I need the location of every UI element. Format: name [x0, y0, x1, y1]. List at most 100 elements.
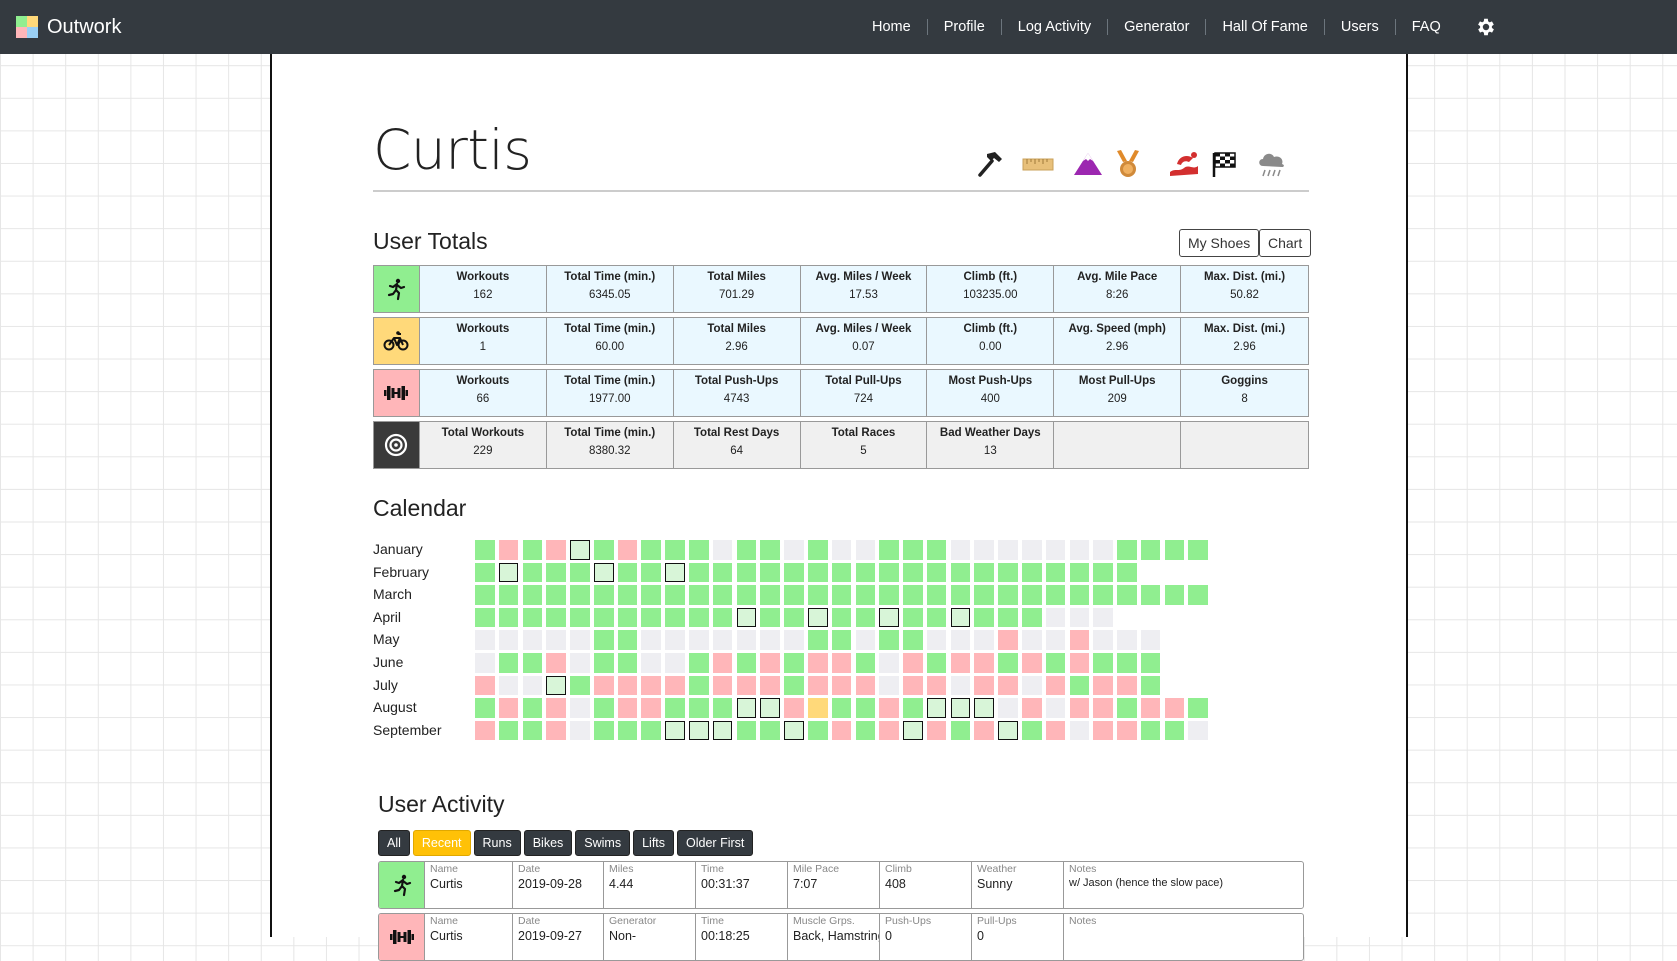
calendar-day-run[interactable]: [593, 540, 614, 560]
calendar-day-rest[interactable]: [570, 630, 590, 650]
filter-lifts-button[interactable]: Lifts: [633, 830, 675, 856]
calendar-day-lift[interactable]: [974, 720, 994, 741]
calendar-day-run[interactable]: [1164, 585, 1185, 605]
calendar-day-run[interactable]: [784, 653, 804, 673]
calendar-day-run[interactable]: [903, 607, 923, 628]
activity-row-run[interactable]: Name Curtis Date 2019-09-28 Miles 4.44 Time…: [378, 861, 1304, 909]
calendar-day-run[interactable]: [950, 720, 971, 741]
calendar-day-lift[interactable]: [831, 720, 852, 741]
calendar-day-run[interactable]: [593, 653, 614, 673]
medal-icon[interactable]: [1110, 146, 1146, 182]
calendar-day-lift[interactable]: [974, 675, 994, 696]
calendar-day-run[interactable]: [617, 720, 638, 741]
calendar-day-race[interactable]: [689, 720, 709, 741]
calendar-day-lift[interactable]: [1164, 698, 1185, 718]
calendar-day-run[interactable]: [950, 562, 971, 583]
nav-home[interactable]: Home: [856, 19, 928, 35]
filter-recent-button[interactable]: Recent: [412, 830, 471, 856]
calendar-day-race[interactable]: [950, 607, 971, 628]
my-shoes-button[interactable]: My Shoes: [1179, 229, 1260, 257]
calendar-day-rest[interactable]: [1021, 630, 1042, 650]
calendar-day-lift[interactable]: [831, 675, 852, 696]
calendar-day-run[interactable]: [950, 585, 971, 605]
calendar-day-rest[interactable]: [498, 675, 519, 696]
calendar-day-run[interactable]: [736, 540, 757, 560]
calendar-day-rest[interactable]: [784, 540, 804, 560]
calendar-day-race[interactable]: [570, 540, 590, 560]
calendar-day-run[interactable]: [498, 653, 519, 673]
calendar-day-run[interactable]: [1188, 698, 1209, 718]
calendar-day-run[interactable]: [570, 675, 590, 696]
calendar-day-run[interactable]: [1140, 720, 1161, 741]
calendar-day-lift[interactable]: [736, 675, 757, 696]
calendar-day-lift[interactable]: [879, 698, 899, 718]
calendar-day-run[interactable]: [498, 585, 519, 605]
calendar-day-rest[interactable]: [998, 698, 1018, 718]
calendar-day-lift[interactable]: [1045, 675, 1066, 696]
calendar-day-lift[interactable]: [926, 720, 947, 741]
calendar-day-rest[interactable]: [570, 698, 590, 718]
calendar-day-lift[interactable]: [1069, 653, 1090, 673]
calendar-day-race[interactable]: [736, 607, 757, 628]
calendar-day-run[interactable]: [475, 540, 495, 560]
calendar-day-run[interactable]: [807, 720, 828, 741]
calendar-day-run[interactable]: [1045, 562, 1066, 583]
calendar-day-run[interactable]: [998, 607, 1018, 628]
calendar-day-lift[interactable]: [903, 653, 923, 673]
calendar-day-rest[interactable]: [1069, 540, 1090, 560]
calendar-day-lift[interactable]: [926, 675, 947, 696]
calendar-day-rest[interactable]: [1021, 540, 1042, 560]
calendar-day-lift[interactable]: [1093, 720, 1113, 741]
calendar-day-rest[interactable]: [570, 653, 590, 673]
calendar-day-rest[interactable]: [1093, 607, 1113, 628]
calendar-day-rest[interactable]: [522, 675, 543, 696]
calendar-day-run[interactable]: [641, 540, 662, 560]
calendar-day-lift[interactable]: [760, 653, 780, 673]
calendar-day-run[interactable]: [712, 585, 733, 605]
calendar-day-run[interactable]: [1140, 653, 1161, 673]
calendar-day-run[interactable]: [593, 585, 614, 605]
calendar-day-run[interactable]: [617, 607, 638, 628]
calendar-day-rest[interactable]: [974, 630, 994, 650]
calendar-day-run[interactable]: [926, 653, 947, 673]
calendar-day-run[interactable]: [1069, 675, 1090, 696]
calendar-day-lift[interactable]: [641, 675, 662, 696]
calendar-day-run[interactable]: [689, 653, 709, 673]
calendar-day-lift[interactable]: [855, 675, 876, 696]
calendar-day-run[interactable]: [475, 562, 495, 583]
calendar-day-lift[interactable]: [546, 653, 566, 673]
calendar-day-run[interactable]: [1021, 720, 1042, 741]
calendar-day-lift[interactable]: [1045, 720, 1066, 741]
calendar-day-run[interactable]: [1117, 698, 1137, 718]
calendar-day-run[interactable]: [879, 630, 899, 650]
calendar-day-run[interactable]: [498, 720, 519, 741]
calendar-day-run[interactable]: [522, 585, 543, 605]
calendar-day-rest[interactable]: [1045, 698, 1066, 718]
calendar-day-run[interactable]: [855, 653, 876, 673]
calendar-day-race[interactable]: [950, 698, 971, 718]
calendar-day-run[interactable]: [807, 540, 828, 560]
calendar-day-run[interactable]: [807, 630, 828, 650]
calendar-day-lift[interactable]: [1069, 698, 1090, 718]
calendar-day-rest[interactable]: [950, 675, 971, 696]
hammer-icon[interactable]: [972, 146, 1008, 182]
calendar-day-rest[interactable]: [665, 630, 685, 650]
calendar-day-run[interactable]: [760, 562, 780, 583]
calendar-day-run[interactable]: [570, 585, 590, 605]
calendar-day-lift[interactable]: [475, 720, 495, 741]
calendar-day-lift[interactable]: [712, 675, 733, 696]
calendar-day-run[interactable]: [617, 653, 638, 673]
calendar-day-rest[interactable]: [1093, 630, 1113, 650]
calendar-day-run[interactable]: [522, 698, 543, 718]
calendar-day-run[interactable]: [641, 720, 662, 741]
calendar-day-run[interactable]: [974, 607, 994, 628]
calendar-day-run[interactable]: [998, 562, 1018, 583]
nav-users[interactable]: Users: [1325, 19, 1396, 35]
calendar-day-rest[interactable]: [1045, 540, 1066, 560]
calendar-day-lift[interactable]: [712, 653, 733, 673]
calendar-day-run[interactable]: [855, 720, 876, 741]
calendar-day-lift[interactable]: [593, 675, 614, 696]
calendar-day-rest[interactable]: [475, 630, 495, 650]
calendar-day-race[interactable]: [807, 607, 828, 628]
calendar-day-lift[interactable]: [807, 653, 828, 673]
